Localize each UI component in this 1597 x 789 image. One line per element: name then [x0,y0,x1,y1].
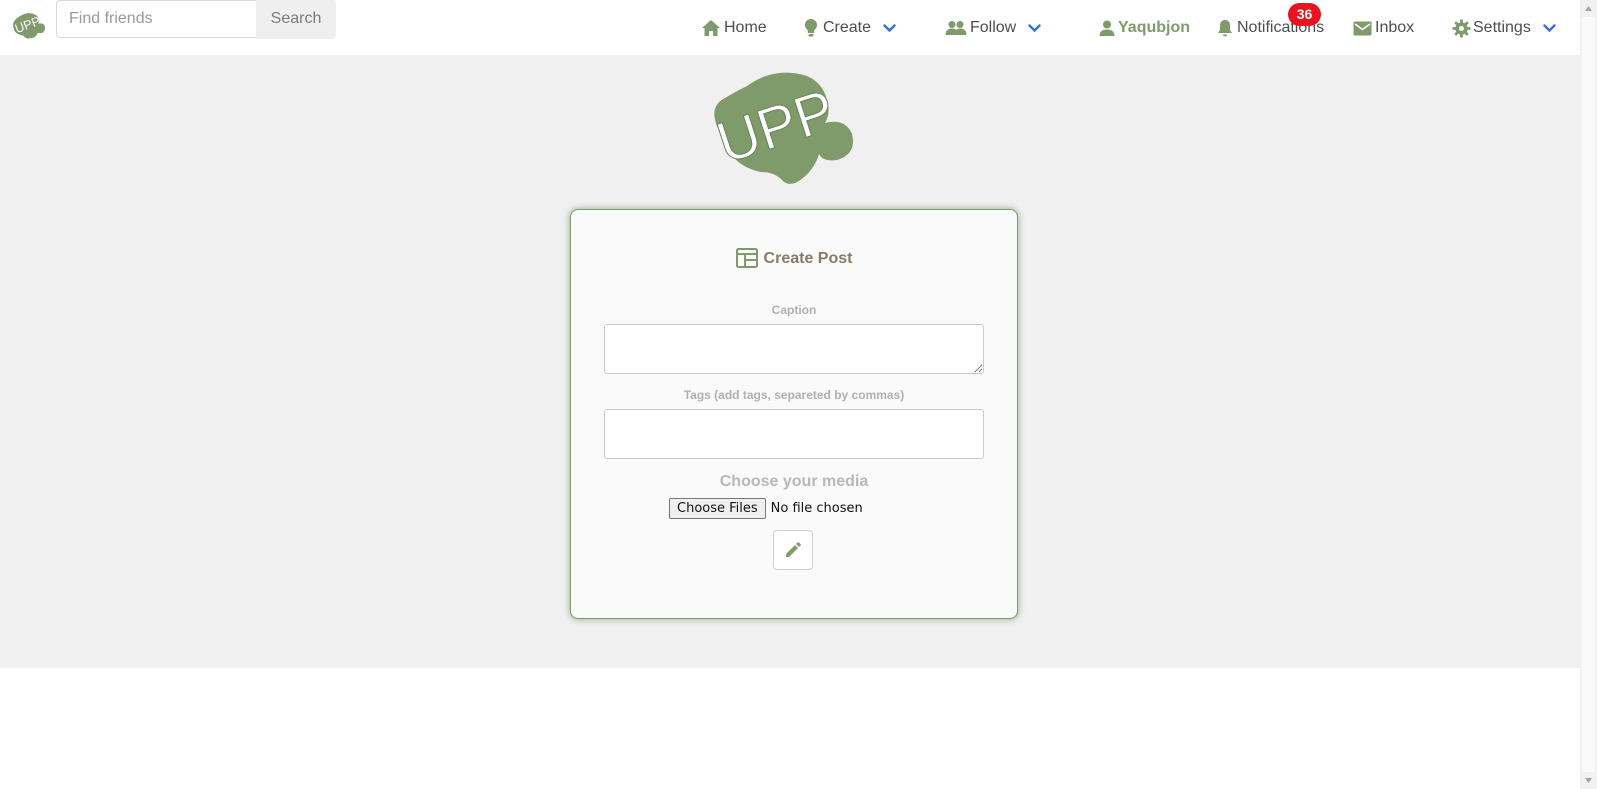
home-icon [702,20,720,36]
choose-files-button[interactable]: Choose Files [669,498,766,519]
main-content: UPP Create Post Caption Tags (add tags, … [0,55,1580,668]
user-icon [1099,20,1115,36]
create-post-title: Create Post [763,250,853,267]
create-post-card: Create Post Caption Tags (add tags, sepa… [570,209,1018,619]
chevron-down-icon [1028,23,1041,32]
nav-home-label: Home [724,19,767,36]
chevron-down-icon [1543,23,1556,32]
search-button[interactable]: Search [256,0,336,39]
layout-icon [735,248,758,268]
nav-settings-label: Settings [1473,19,1531,36]
tags-label: Tags (add tags, separeted by commas) [683,388,905,402]
pencil-icon [786,542,801,557]
nav-username: Yaqubjon [1118,19,1190,36]
card-title: Create Post [571,248,1017,268]
lightbulb-icon [805,19,817,37]
scroll-up-arrow-icon[interactable] [1580,0,1597,17]
bell-icon [1218,20,1232,37]
brand-logo-icon[interactable]: UPP [10,9,46,43]
nav-home[interactable]: Home [701,17,767,39]
people-icon [945,21,967,35]
caption-textarea[interactable] [604,324,984,374]
scroll-thumb[interactable] [1582,17,1595,772]
caption-label: Caption [771,303,817,317]
media-label: Choose your media [719,473,869,490]
tags-input[interactable] [604,409,984,459]
submit-post-button[interactable] [773,530,813,570]
nav-inbox-label: Inbox [1375,19,1415,36]
search-form: Search [56,0,336,40]
page-scrollbar[interactable] [1580,0,1597,789]
nav-inbox[interactable]: Inbox [1353,17,1414,39]
nav-create-dropdown[interactable]: Create [804,17,896,39]
file-status-text: No file chosen [770,501,863,516]
top-navbar: UPP Search Home Create Follow [0,0,1580,55]
gear-icon [1452,18,1471,38]
nav-user-profile[interactable]: Yaqubjon [1099,17,1190,39]
nav-follow-dropdown[interactable]: Follow [945,17,1041,39]
nav-follow-label: Follow [970,19,1017,36]
file-picker: Choose Files No file chosen [669,498,863,519]
chevron-down-icon [883,23,896,32]
notifications-count-badge: 36 [1288,3,1321,26]
search-input[interactable] [56,0,256,38]
nav-settings-dropdown[interactable]: Settings [1452,17,1556,39]
nav-create-label: Create [823,19,872,36]
upp-puzzle-logo: UPP [709,72,853,184]
scroll-down-arrow-icon[interactable] [1580,772,1597,789]
envelope-icon [1353,21,1372,35]
